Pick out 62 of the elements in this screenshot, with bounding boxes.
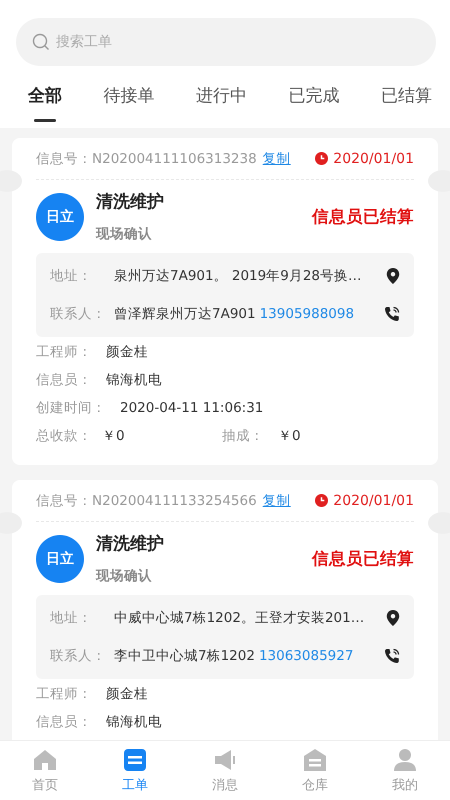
field-label: 抽成：: [222, 427, 264, 445]
order-title: 清洗维护: [96, 191, 164, 213]
location-pin-icon: [386, 610, 400, 626]
brand-avatar: 日立: [36, 192, 84, 240]
contact-label: 联系人：: [50, 647, 107, 665]
field-value: 锦海机电: [106, 371, 162, 389]
list-icon: [123, 748, 147, 772]
tab[interactable]: 进行中: [196, 84, 247, 107]
order-number: 信息号：N202004111133254566: [36, 492, 257, 510]
brand-avatar: 日立: [36, 534, 84, 582]
field-value: ￥0: [278, 427, 301, 445]
address-label: 地址：: [50, 609, 93, 627]
field-value: 颜金桂: [106, 685, 148, 703]
phone-link[interactable]: 13063085927: [258, 648, 354, 664]
field-label: 工程师：: [36, 685, 93, 703]
copy-link[interactable]: 复制: [262, 150, 291, 168]
warehouse-icon: [303, 748, 327, 772]
contact-label: 联系人：: [50, 305, 107, 323]
nav-item[interactable]: 仓库: [285, 748, 345, 794]
phone-link[interactable]: 13905988098: [260, 306, 354, 322]
field-label: 总收款：: [36, 427, 92, 445]
search-icon: [32, 33, 50, 51]
phone-icon[interactable]: [384, 306, 400, 322]
order-status: 信息员已结算: [312, 206, 414, 228]
order-subtitle: 现场确认: [96, 567, 153, 585]
clock-icon: [315, 152, 328, 165]
field-label: 工程师：: [36, 343, 93, 361]
address-text: 中威中心城7栋1202。王登才安装201…: [114, 609, 366, 627]
order-number: 信息号：N202004111106313238: [36, 150, 257, 168]
home-icon: [33, 748, 57, 772]
field-value: 2020-04-11 11:06:31: [120, 400, 264, 416]
tab[interactable]: 已结算: [381, 84, 432, 107]
address-label: 地址：: [50, 267, 93, 285]
order-date: 2020/01/01: [333, 492, 414, 508]
copy-link[interactable]: 复制: [262, 492, 291, 510]
person-icon: [393, 748, 417, 772]
phone-icon[interactable]: [384, 648, 400, 664]
clock-icon: [315, 494, 328, 507]
location-pin-icon: [386, 268, 400, 284]
field-label: 创建时间：: [36, 399, 107, 417]
field-label: 信息员：: [36, 371, 93, 389]
nav-item[interactable]: 我的: [375, 748, 435, 794]
nav-item[interactable]: 消息: [195, 748, 255, 794]
order-subtitle: 现场确认: [96, 225, 153, 243]
field-value: ￥0: [102, 427, 126, 445]
nav-item[interactable]: 首页: [15, 748, 75, 794]
nav-item[interactable]: 工单: [105, 748, 165, 794]
order-title: 清洗维护: [96, 533, 164, 555]
search-field[interactable]: 搜索工单: [16, 18, 436, 66]
tab[interactable]: 待接单: [104, 84, 154, 107]
tab[interactable]: 全部: [28, 84, 62, 107]
contact-name: 曾泽辉泉州万达7A901: [114, 306, 256, 322]
contact-name: 李中卫中心城7栋1202: [114, 648, 255, 664]
megaphone-icon: [213, 748, 237, 772]
address-text: 泉州万达7A901。 2019年9月28号换…: [114, 267, 363, 285]
tab-underline: [34, 119, 56, 122]
tab[interactable]: 已完成: [288, 84, 340, 107]
field-label: 信息员：: [36, 713, 93, 731]
order-date: 2020/01/01: [333, 150, 414, 166]
field-value: 颜金桂: [106, 343, 148, 361]
order-status: 信息员已结算: [312, 548, 414, 570]
field-value: 锦海机电: [106, 713, 162, 731]
